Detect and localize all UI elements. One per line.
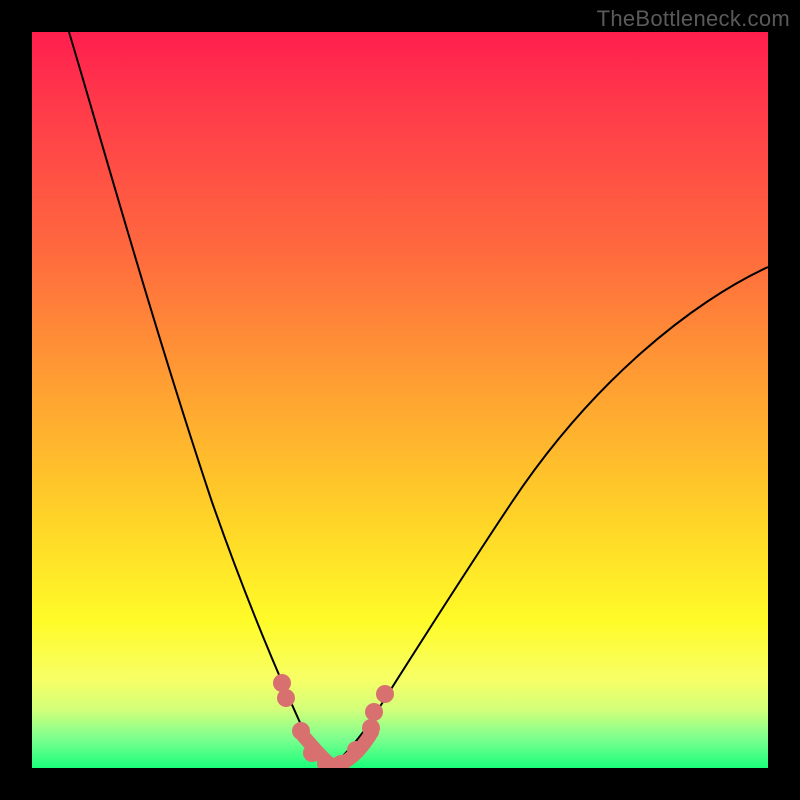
chart-plot-area <box>32 32 768 768</box>
chart-frame: TheBottleneck.com <box>0 0 800 800</box>
marker-dot <box>292 722 310 740</box>
marker-dot <box>347 741 365 759</box>
marker-dot <box>277 689 295 707</box>
marker-dot <box>365 703 383 721</box>
curve-right-branch <box>332 267 768 765</box>
marker-dot <box>303 744 321 762</box>
watermark-text: TheBottleneck.com <box>597 6 790 32</box>
chart-svg <box>32 32 768 768</box>
curve-left-branch <box>69 32 328 765</box>
marker-dot <box>362 719 380 737</box>
marker-dot <box>376 685 394 703</box>
